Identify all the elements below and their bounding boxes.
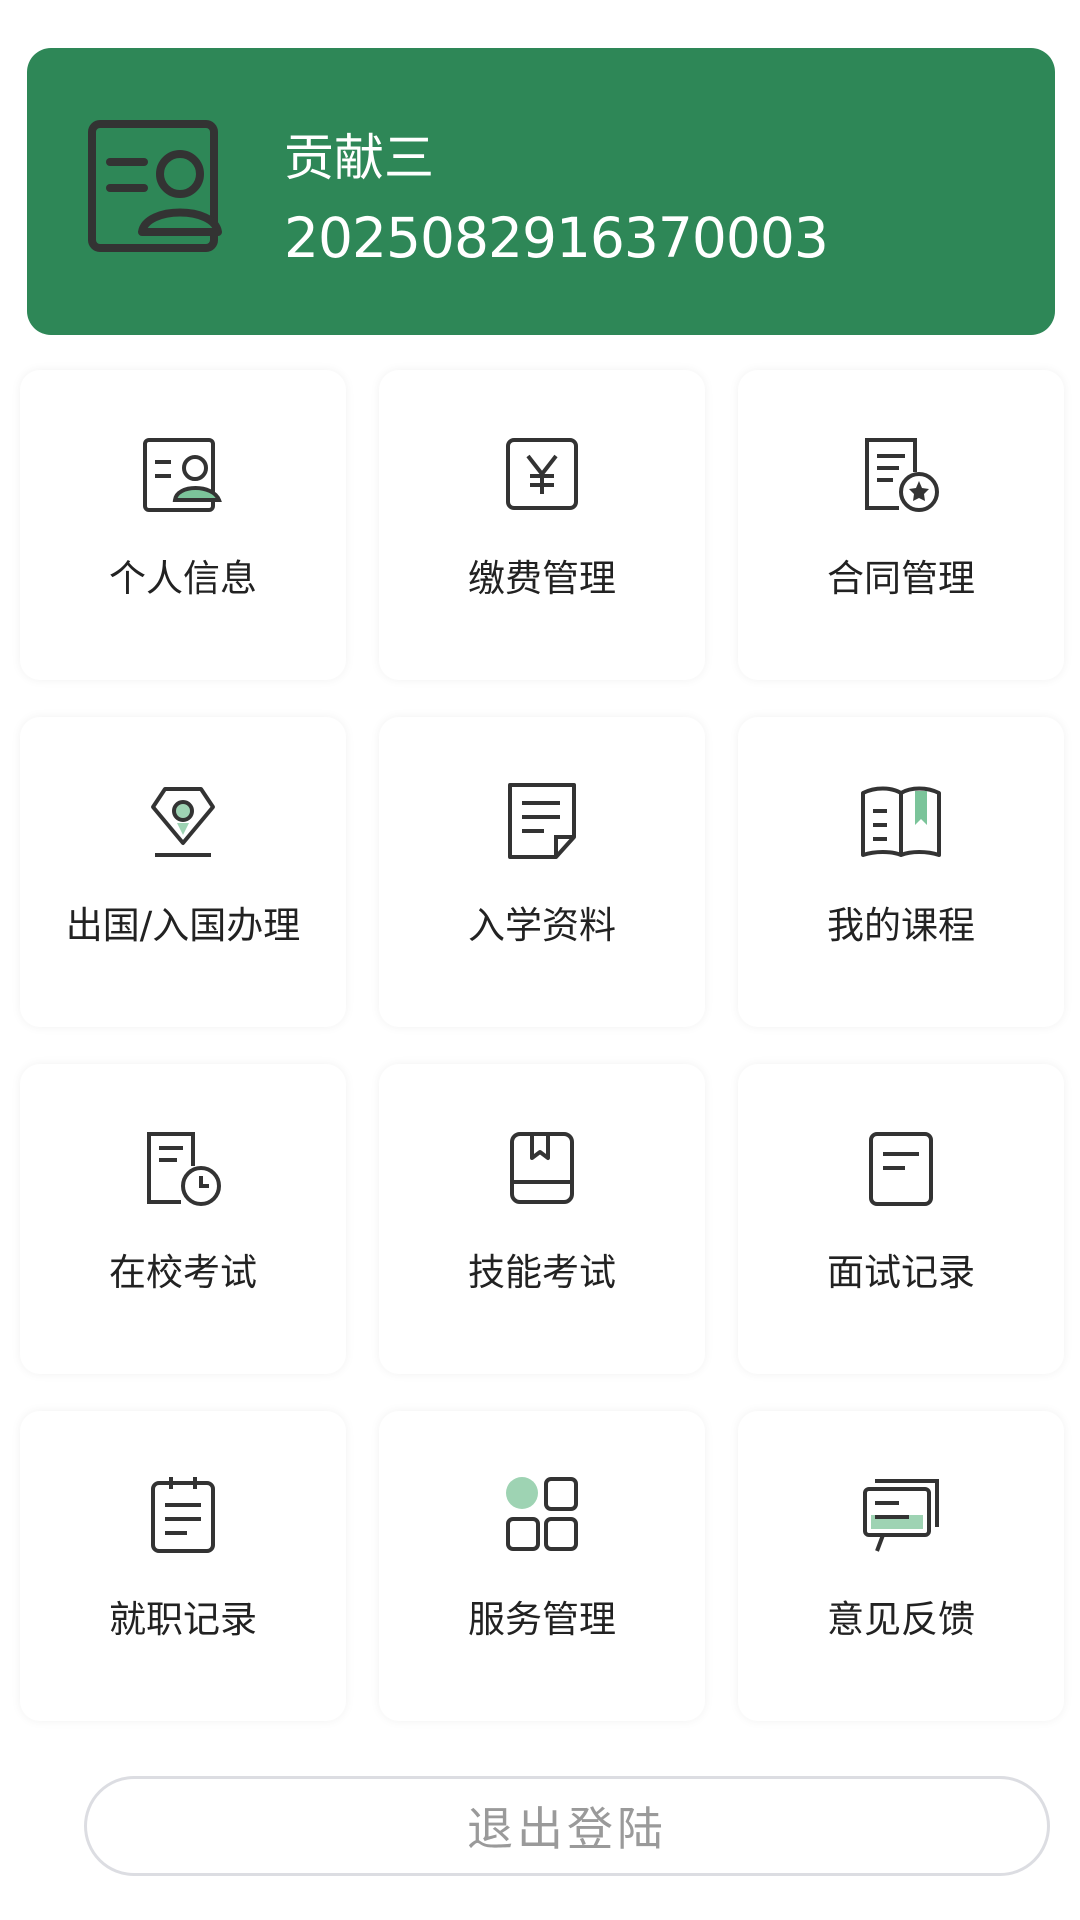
menu-payment[interactable]: 缴费管理 — [379, 370, 705, 680]
menu-feedback[interactable]: 意见反馈 — [738, 1411, 1064, 1721]
document-icon — [508, 783, 576, 859]
menu-contract[interactable]: 合同管理 — [738, 370, 1064, 680]
menu-enrollment-docs[interactable]: 入学资料 — [379, 717, 705, 1027]
clipboard-icon — [151, 1477, 215, 1553]
note-icon — [869, 1132, 933, 1206]
menu-interview-records[interactable]: 面试记录 — [738, 1064, 1064, 1374]
menu-label: 就职记录 — [109, 1598, 257, 1641]
menu-grid: 个人信息 缴费管理 合同管理 出国/入国办理 入学资料 我的课程 在校考试 技能… — [20, 370, 1065, 1721]
id-card-icon — [88, 120, 222, 252]
menu-label: 意见反馈 — [827, 1598, 975, 1641]
profile-name: 贡献三 — [284, 129, 434, 187]
chat-icon — [863, 1479, 939, 1552]
id-card-icon — [143, 438, 222, 512]
profile-card: 贡献三 2025082916370003 — [27, 48, 1055, 335]
menu-my-courses[interactable]: 我的课程 — [738, 717, 1064, 1027]
menu-personal-info[interactable]: 个人信息 — [20, 370, 346, 680]
menu-employment-records[interactable]: 就职记录 — [20, 1411, 346, 1721]
menu-service-management[interactable]: 服务管理 — [379, 1411, 705, 1721]
menu-label: 入学资料 — [468, 904, 616, 947]
student-id: 2025082916370003 — [284, 206, 829, 270]
menu-label: 出国/入国办理 — [65, 904, 301, 947]
menu-label: 服务管理 — [468, 1598, 616, 1641]
menu-label: 我的课程 — [827, 904, 975, 947]
grid-icon — [506, 1477, 578, 1551]
location-pin-icon — [151, 787, 215, 857]
menu-label: 技能考试 — [468, 1251, 616, 1294]
menu-immigration[interactable]: 出国/入国办理 — [20, 717, 346, 1027]
menu-label: 个人信息 — [109, 557, 257, 600]
contract-star-icon — [865, 438, 939, 512]
menu-label: 合同管理 — [827, 557, 975, 600]
menu-school-exam[interactable]: 在校考试 — [20, 1064, 346, 1374]
book-icon — [510, 1132, 574, 1204]
menu-label: 缴费管理 — [468, 557, 616, 600]
open-book-icon — [861, 786, 941, 857]
menu-skill-exam[interactable]: 技能考试 — [379, 1064, 705, 1374]
logout-button[interactable]: 退出登陆 — [84, 1776, 1050, 1876]
yuan-icon — [506, 438, 578, 510]
menu-label: 在校考试 — [109, 1251, 257, 1294]
exam-clock-icon — [147, 1132, 221, 1206]
menu-label: 面试记录 — [827, 1251, 975, 1294]
